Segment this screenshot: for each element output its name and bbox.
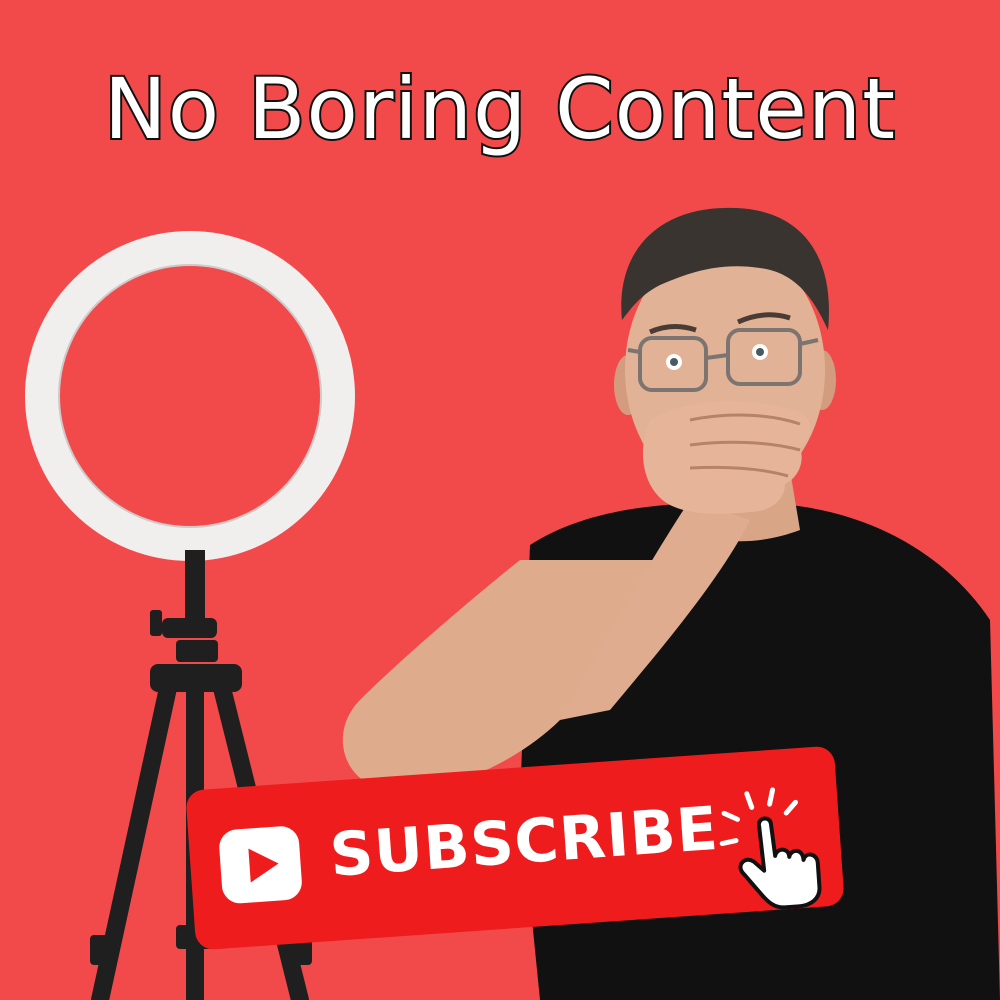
hand-pointer-icon xyxy=(719,787,822,910)
ring-light-icon xyxy=(25,231,355,561)
thumbnail-canvas: No Boring Content SUBSCRIBE xyxy=(0,0,1000,1000)
youtube-play-icon xyxy=(218,825,304,905)
play-triangle-icon xyxy=(248,846,280,883)
